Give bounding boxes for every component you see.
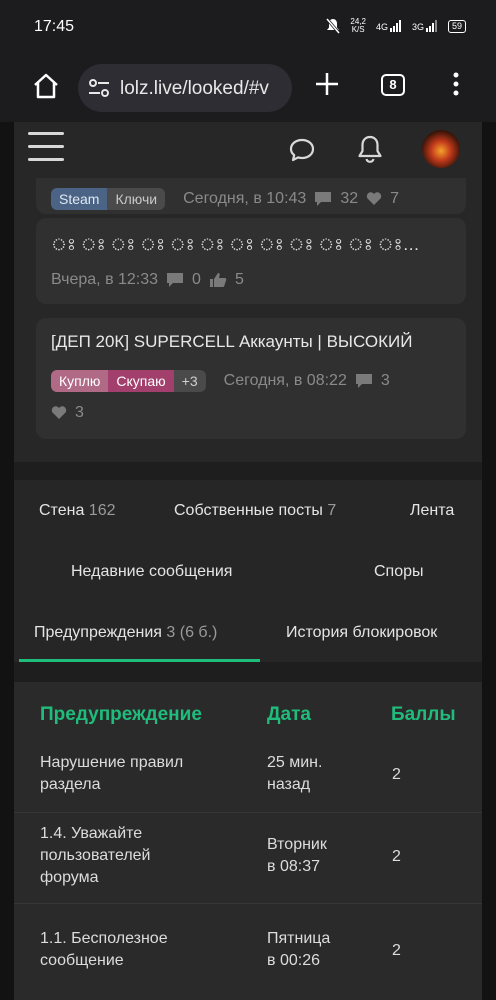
thread-tags: Куплю Скупаю +3: [51, 370, 206, 392]
comment-icon: [167, 273, 184, 287]
site-header: [14, 122, 482, 178]
thread-time: Сегодня, в 10:43: [183, 190, 307, 207]
tab-warnings[interactable]: Предупреждения 3 (6 б.): [34, 624, 217, 642]
page-content: Steam Ключи Сегодня, в 10:43 32 7 ঃ ঃ ঃ …: [14, 122, 482, 1000]
reply-count: 32: [340, 190, 359, 207]
like-count: 3: [75, 404, 84, 421]
tag-buy[interactable]: Куплю: [51, 370, 109, 392]
tag-keys[interactable]: Ключи: [107, 188, 166, 210]
heart-icon: [366, 192, 382, 205]
status-time: 17:45: [34, 18, 75, 35]
user-avatar[interactable]: [422, 130, 460, 168]
thread-card[interactable]: [ДЕП 20К] SUPERCELL Аккаунты | ВЫСОКИЙ К…: [36, 318, 466, 439]
tab-recent-messages[interactable]: Недавние сообщения: [71, 563, 232, 581]
thread-title[interactable]: [ДЕП 20К] SUPERCELL Аккаунты | ВЫСОКИЙ: [51, 332, 441, 352]
header-points: Баллы: [391, 704, 456, 725]
status-icons: 24,2 K/S 4G 3G 59: [326, 18, 466, 34]
comment-icon: [355, 374, 372, 388]
warnings-table: Предупреждение Дата Баллы Нарушение прав…: [14, 682, 482, 1000]
new-tab-icon[interactable]: [313, 70, 341, 98]
warning-reason: 1.1. Бесполезное сообщение: [40, 930, 168, 969]
warning-date: Пятница в 00:26: [267, 930, 331, 969]
chat-bubble-icon[interactable]: [288, 136, 316, 164]
warning-date: 25 мин. назад: [267, 754, 323, 793]
profile-tabs: Стена 162 Собственные посты 7 Лента Неда…: [14, 480, 482, 662]
reply-count: 0: [192, 271, 201, 288]
hamburger-menu-icon[interactable]: [28, 132, 64, 162]
warning-points: 2: [392, 942, 401, 959]
bell-icon[interactable]: [356, 134, 384, 164]
tag-more[interactable]: +3: [173, 370, 206, 392]
status-bar: 17:45 24,2 K/S 4G 3G 59: [0, 0, 496, 58]
tag-steam[interactable]: Steam: [51, 188, 108, 210]
tab-wall[interactable]: Стена 162: [39, 502, 116, 520]
thread-title[interactable]: ঃ ঃ ঃ ঃ ঃ ঃ ঃ ঃ ঃ ঃ ঃ ঃ ঃ ঃ ঃ ঃ ঃ ঃ ঃ ঃ …: [51, 232, 441, 260]
warning-reason: 1.4. Уважайте пользователей форума: [40, 825, 151, 886]
header-warning: Предупреждение: [40, 704, 202, 725]
tab-switcher-button[interactable]: 8: [381, 74, 405, 96]
tab-own-posts[interactable]: Собственные посты 7: [174, 502, 336, 520]
signal-3g-icon: 3G: [412, 20, 438, 32]
warning-reason: Нарушение правил раздела: [40, 754, 184, 793]
tab-disputes[interactable]: Споры: [374, 563, 424, 581]
row-divider: [14, 812, 482, 813]
thread-card[interactable]: ঃ ঃ ঃ ঃ ঃ ঃ ঃ ঃ ঃ ঃ ঃ ঃ ঃ ঃ ঃ ঃ ঃ ঃ ঃ ঃ …: [36, 218, 466, 304]
battery-icon: 59: [447, 19, 466, 33]
thread-time: Сегодня, в 08:22: [223, 372, 347, 389]
url-text[interactable]: lolz.live/looked/#v: [120, 78, 286, 100]
mute-bell-icon: [326, 18, 341, 34]
more-menu-icon[interactable]: [449, 70, 463, 98]
site-settings-icon[interactable]: [88, 78, 110, 98]
active-tab-indicator: [19, 659, 260, 662]
reply-count: 3: [380, 372, 390, 389]
tag-sell[interactable]: Скупаю: [108, 370, 174, 392]
warning-points: 2: [392, 848, 401, 865]
tab-ban-history[interactable]: История блокировок: [286, 624, 437, 642]
thread-tags: Steam Ключи: [51, 188, 166, 210]
tab-feed[interactable]: Лента: [410, 502, 454, 520]
warning-points: 2: [392, 766, 401, 783]
signal-4g-icon: 4G: [376, 20, 402, 32]
heart-icon: [51, 406, 67, 419]
thread-time: Вчера, в 12:33: [51, 271, 159, 288]
thumbs-up-icon: [209, 273, 227, 287]
row-divider: [14, 903, 482, 904]
browser-toolbar: lolz.live/looked/#v 8: [0, 58, 496, 122]
comment-icon: [315, 192, 332, 206]
like-count: 7: [390, 190, 400, 207]
like-count: 5: [234, 271, 244, 288]
net-speed: 24,2 K/S: [350, 17, 366, 34]
home-icon[interactable]: [32, 72, 60, 100]
warning-date: Вторник в 08:37: [267, 836, 327, 875]
address-bar[interactable]: lolz.live/looked/#v: [78, 64, 292, 112]
header-date: Дата: [267, 704, 311, 725]
